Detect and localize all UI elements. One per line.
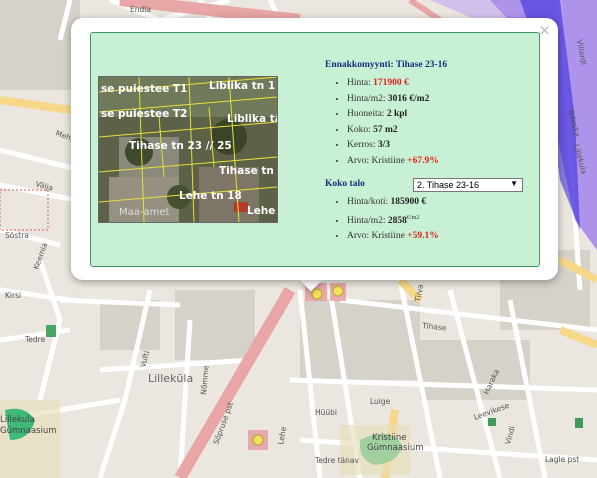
popup-content: se puiestee T1 Liblika tn 1 se puiestee … bbox=[90, 32, 540, 267]
floor-value: 3/3 bbox=[377, 140, 391, 150]
rooms-value: 2 kpl bbox=[386, 109, 408, 119]
listing-popup: × se puiestee T1 Liblika tn 1 se puieste… bbox=[71, 18, 558, 280]
marker-icon[interactable] bbox=[252, 434, 264, 446]
value-change: +67.9% bbox=[407, 155, 439, 166]
parking-icon[interactable] bbox=[46, 325, 56, 337]
aerial-photo[interactable]: se puiestee T1 Liblika tn 1 se puiestee … bbox=[98, 76, 278, 223]
aerial-watermark: Maa-amet bbox=[119, 207, 170, 218]
poi-icon[interactable] bbox=[575, 418, 583, 428]
school2-label-line1: Lillekula bbox=[0, 415, 35, 425]
marker-icon[interactable] bbox=[311, 288, 323, 300]
street-label-lagle: Lagle pst bbox=[545, 455, 579, 464]
building-value-row: Arvo: Kristiine +59.1% bbox=[347, 229, 439, 245]
aerial-label: Liblika tn 1 bbox=[209, 80, 275, 92]
chevron-down-icon: ▼ bbox=[510, 179, 518, 188]
size-row: Koko: 57 m2 bbox=[347, 123, 447, 139]
street-label-tedre2: Tedre tänav bbox=[314, 456, 359, 465]
street-label-kirsi: Kirsi bbox=[5, 291, 21, 300]
school2-label-line2: Gümnaasium bbox=[0, 426, 57, 436]
street-label-tedre: Tedre bbox=[24, 335, 46, 344]
price-per-home-row: Hinta/koti: 185900 € bbox=[347, 195, 439, 211]
aerial-label: se puiestee T1 bbox=[101, 83, 187, 95]
listing-title: Ennakkomyynti: Tihase 23-16 bbox=[325, 60, 448, 70]
close-icon[interactable]: × bbox=[538, 21, 551, 39]
building-price-per-m2-value: 2858 bbox=[387, 215, 407, 226]
street-label-endla: Endla bbox=[130, 5, 151, 14]
building-price-per-m2-row: Hinta/m2: 2858€/m2 bbox=[347, 211, 439, 230]
price-row: Hinta: 171900 € bbox=[347, 76, 447, 92]
price-per-m2-value: 3016 €/m2 bbox=[387, 93, 430, 104]
school-label-line1: Kristiine bbox=[372, 433, 407, 443]
street-label-luige: Luige bbox=[370, 397, 391, 406]
aerial-label: Tihase tn 1 bbox=[219, 165, 277, 177]
aerial-label: Liblika tä bbox=[227, 113, 277, 125]
street-label-sostra: Sõstra bbox=[5, 231, 29, 240]
rooms-row: Huoneita: 2 kpl bbox=[347, 107, 447, 123]
aerial-label: Lehe bbox=[247, 205, 275, 217]
aerial-label: se puiestee T2 bbox=[101, 108, 187, 120]
listing-info: Ennakkomyynti: Tihase 23-16 Hinta: 17190… bbox=[325, 60, 447, 169]
marker-icon[interactable] bbox=[332, 285, 344, 297]
aerial-label: Lehe tn 18 bbox=[179, 190, 242, 202]
price-per-home-value: 185900 € bbox=[390, 197, 427, 207]
size-value: 57 m2 bbox=[373, 124, 398, 135]
school-label-line2: Gümnaasium bbox=[367, 443, 424, 453]
street-label-huubi: Hüübi bbox=[315, 408, 337, 417]
apartment-select-value: 2. Tihase 23-16 bbox=[417, 180, 480, 190]
poi-icon[interactable] bbox=[488, 418, 496, 426]
aerial-label: Tihase tn 23 // 25 bbox=[129, 140, 232, 152]
floor-row: Kerros: 3/3 bbox=[347, 138, 447, 154]
district-label: Lillekūla bbox=[148, 372, 193, 385]
apartment-select[interactable]: 2. Tihase 23-16 ▼ bbox=[413, 178, 523, 192]
price-per-m2-row: Hinta/m2: 3016 €/m2 bbox=[347, 92, 447, 108]
price-value: 171900 € bbox=[373, 78, 409, 88]
value-row: Arvo: Kristiine +67.9% bbox=[347, 154, 447, 170]
building-value-change: +59.1% bbox=[407, 231, 439, 242]
